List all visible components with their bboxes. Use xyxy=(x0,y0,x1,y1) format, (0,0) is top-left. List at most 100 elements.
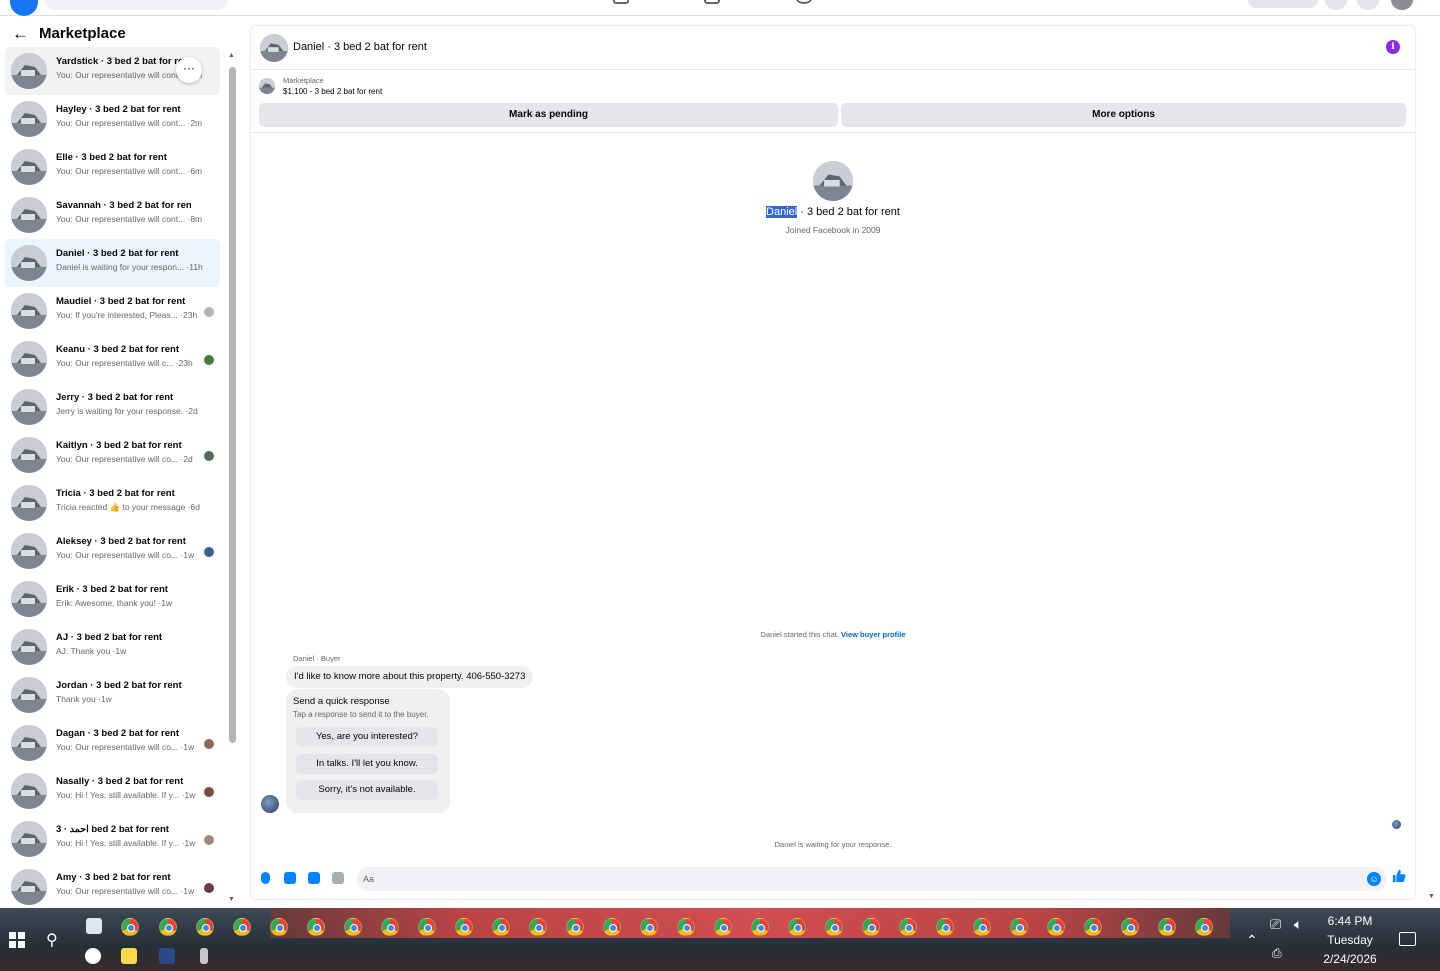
meet-now-icon[interactable]: ⎙ xyxy=(1272,946,1282,961)
chrome-taskbar-icon[interactable] xyxy=(344,918,362,936)
conversation-item[interactable]: Jerry · 3 bed 2 bat for rent Jerry is wai… xyxy=(5,383,220,431)
more-options-button[interactable]: More options xyxy=(841,103,1406,127)
view-buyer-profile-link[interactable]: View buyer profile xyxy=(841,630,905,639)
read-receipt-avatar xyxy=(204,883,214,893)
windows-start-icon[interactable] xyxy=(9,932,25,948)
chrome-taskbar-icon[interactable] xyxy=(455,918,473,936)
info-icon[interactable]: i xyxy=(1386,40,1400,54)
conversation-item[interactable]: Yardstick · 3 bed 2 bat for rent You: Our… xyxy=(5,47,220,95)
chrome-taskbar-icon[interactable] xyxy=(677,918,695,936)
volume-icon[interactable]: 🔈︎ xyxy=(1294,916,1302,933)
conversation-item[interactable]: Aleksey · 3 bed 2 bat for rent You: Our r… xyxy=(5,527,220,575)
chrome-taskbar-icon[interactable] xyxy=(862,918,880,936)
conversation-preview: You: Hi ! Yes, still available. If y... … xyxy=(56,790,196,800)
chrome-taskbar-icon[interactable] xyxy=(566,918,584,936)
buyer-profile-avatar[interactable] xyxy=(813,161,853,201)
conversation-item[interactable]: Tricia · 3 bed 2 bat for rent Tricia reac… xyxy=(5,479,220,527)
chrome-taskbar-icon[interactable] xyxy=(1047,918,1065,936)
taskbar-search-icon[interactable]: ⚲ xyxy=(46,930,58,950)
emoji-icon[interactable]: ☺ xyxy=(1367,872,1381,886)
chrome-taskbar-icon[interactable] xyxy=(603,918,621,936)
chrome-taskbar-icon[interactable] xyxy=(714,918,732,936)
chrome-taskbar-icon[interactable] xyxy=(121,918,139,936)
chrome-taskbar-icon[interactable] xyxy=(418,918,436,936)
mark-as-pending-button[interactable]: Mark as pending xyxy=(259,103,838,127)
chrome-taskbar-icon[interactable] xyxy=(196,918,214,936)
notepad-app-icon[interactable] xyxy=(86,918,102,934)
conversation-item[interactable]: Keanu · 3 bed 2 bat for rent You: Our rep… xyxy=(5,335,220,383)
chrome-taskbar-icon[interactable] xyxy=(936,918,954,936)
chat-header-title[interactable]: Daniel · 3 bed 2 bat for rent xyxy=(293,41,427,53)
chrome-taskbar-icon[interactable] xyxy=(1121,918,1139,936)
buyer-message-avatar[interactable] xyxy=(261,795,279,813)
chrome-taskbar-icon[interactable] xyxy=(788,918,806,936)
photo-icon[interactable] xyxy=(284,872,296,884)
conversation-item[interactable]: Jordan · 3 bed 2 bat for rent Thank you ·… xyxy=(5,671,220,719)
network-icon[interactable]: ⎚ xyxy=(1270,916,1281,933)
conversation-item[interactable]: Elle · 3 bed 2 bat for rent You: Our repr… xyxy=(5,143,220,191)
chrome-taskbar-icon[interactable] xyxy=(640,918,658,936)
chrome-taskbar-icon[interactable] xyxy=(270,918,288,936)
conversation-preview: Erik: Awesome, thank you! ·1w xyxy=(56,598,173,608)
conversation-more-options-icon[interactable]: ··· xyxy=(176,57,202,83)
chat-header-avatar[interactable] xyxy=(260,34,288,62)
conversation-item[interactable]: Amy · 3 bed 2 bat for rent You: Our repre… xyxy=(5,863,220,911)
conversation-item[interactable]: AJ · 3 bed 2 bat for rent AJ: Thank you ·… xyxy=(5,623,220,671)
marketplace-nav-icon[interactable] xyxy=(613,0,629,4)
scroll-up-icon[interactable]: ▲ xyxy=(228,52,235,59)
account-avatar[interactable] xyxy=(1391,0,1413,10)
listing-thumbnail[interactable] xyxy=(259,78,275,94)
conversation-item[interactable]: Savannah · 3 bed 2 bat for rent You: Our … xyxy=(5,191,220,239)
scroll-down-icon[interactable]: ▼ xyxy=(228,896,235,903)
messenger-icon[interactable] xyxy=(1357,0,1379,10)
microphone-icon[interactable] xyxy=(261,872,270,884)
conversation-item[interactable]: Maudiel · 3 bed 2 bat for rent You: If yo… xyxy=(5,287,220,335)
nav-action-button[interactable] xyxy=(1248,0,1318,8)
groups-nav-icon[interactable] xyxy=(704,0,720,4)
incoming-message[interactable]: I'd like to know more about this propert… xyxy=(286,666,534,688)
microphone-app-icon[interactable] xyxy=(200,948,208,964)
chrome-taskbar-icon[interactable] xyxy=(1084,918,1102,936)
chrome-taskbar-icon[interactable] xyxy=(233,918,251,936)
profile-nav-icon[interactable] xyxy=(796,0,812,4)
like-thumbs-up-icon[interactable] xyxy=(1392,869,1408,887)
chrome-taskbar-icon[interactable] xyxy=(899,918,917,936)
sticker-icon[interactable] xyxy=(308,872,320,884)
conversation-item[interactable]: Dagan · 3 bed 2 bat for rent You: Our rep… xyxy=(5,719,220,767)
conversation-item[interactable]: Kaitlyn · 3 bed 2 bat for rent You: Our r… xyxy=(5,431,220,479)
app-icon-blue[interactable] xyxy=(159,948,175,964)
chrome-taskbar-icon[interactable] xyxy=(381,918,399,936)
quick-response-not-available-button[interactable]: Sorry, it's not available. xyxy=(296,780,438,800)
chrome-taskbar-icon[interactable] xyxy=(159,918,177,936)
conversation-item[interactable]: احمد · 3 bed 2 bat for rent You: Hi ! Yes… xyxy=(5,815,220,863)
chrome-taskbar-icon[interactable] xyxy=(825,918,843,936)
chrome-taskbar-icon[interactable] xyxy=(973,918,991,936)
chrome-taskbar-icon[interactable] xyxy=(1158,918,1176,936)
notes-app-icon[interactable] xyxy=(121,948,137,964)
chrome-taskbar-icon[interactable] xyxy=(492,918,510,936)
chrome-taskbar-icon[interactable] xyxy=(529,918,547,936)
notifications-icon[interactable] xyxy=(1399,932,1416,946)
system-clock[interactable]: 6:44 PM Tuesday 2/24/2026 xyxy=(1314,912,1386,969)
back-arrow-icon[interactable]: ← xyxy=(12,25,29,42)
message-input[interactable]: Aa ☺ xyxy=(357,867,1387,891)
conversation-item[interactable]: Daniel · 3 bed 2 bat for rent Daniel is w… xyxy=(5,239,220,287)
page-scroll-down-icon[interactable]: ▼ xyxy=(1428,893,1435,900)
chrome-taskbar-icon[interactable] xyxy=(751,918,769,936)
chrome-app-icon-row2[interactable] xyxy=(85,948,101,964)
gif-icon[interactable] xyxy=(332,872,344,884)
show-hidden-icons-chevron-icon[interactable]: ⌃ xyxy=(1246,932,1258,949)
sidebar-scrollbar-thumb[interactable] xyxy=(229,67,236,743)
listing-price[interactable]: $1,100 - 3 bed 2 bat for rent xyxy=(283,87,382,96)
conversation-item[interactable]: Erik · 3 bed 2 bat for rent Erik: Awesome… xyxy=(5,575,220,623)
quick-response-yes-button[interactable]: Yes, are you interested? xyxy=(296,727,438,747)
facebook-logo-icon[interactable] xyxy=(10,0,38,16)
conversation-item[interactable]: Hayley · 3 bed 2 bat for rent You: Our re… xyxy=(5,95,220,143)
chrome-taskbar-icon[interactable] xyxy=(1010,918,1028,936)
quick-response-in-talks-button[interactable]: In talks. I'll let you know. xyxy=(296,754,438,774)
chrome-taskbar-icon[interactable] xyxy=(307,918,325,936)
facebook-search-input[interactable] xyxy=(44,0,228,10)
chrome-taskbar-icon[interactable] xyxy=(1195,918,1213,936)
menu-grid-icon[interactable] xyxy=(1325,0,1347,10)
conversation-item[interactable]: Nasally · 3 bed 2 bat for rent You: Hi ! … xyxy=(5,767,220,815)
